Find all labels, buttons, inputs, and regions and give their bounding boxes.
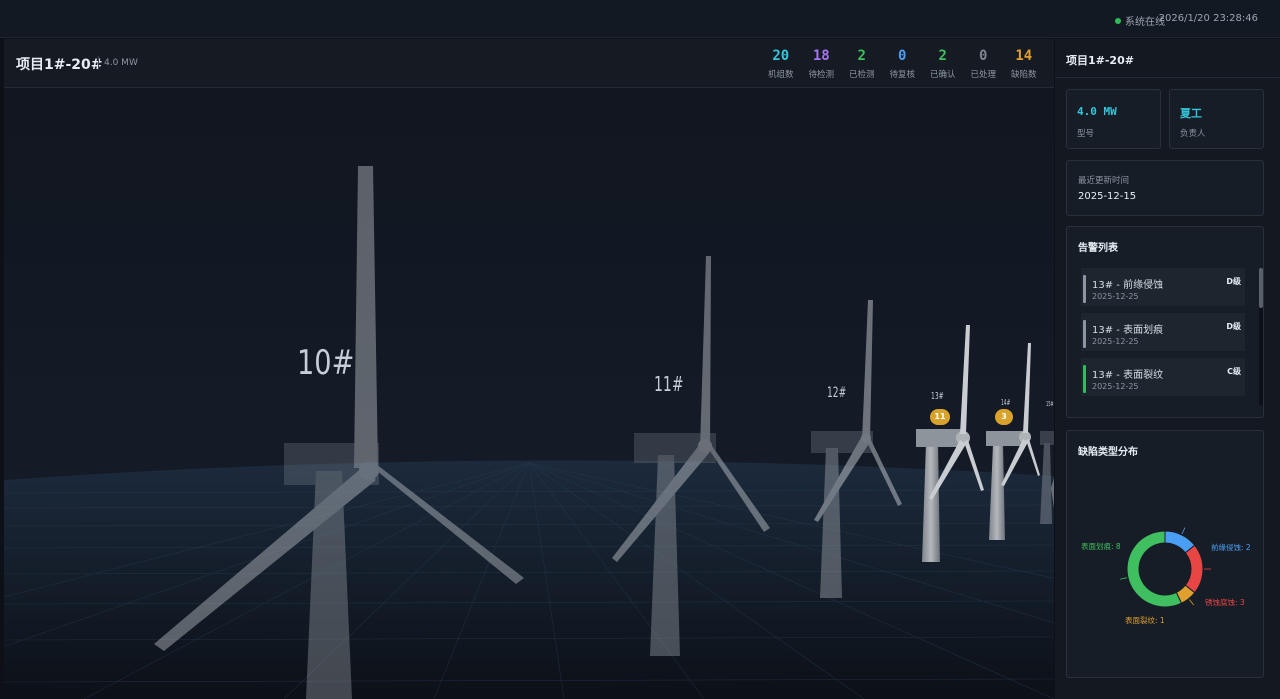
stat-inspected[interactable]: 2 已检测 <box>842 47 883 80</box>
stat-turbines[interactable]: 20 机组数 <box>761 47 802 80</box>
alarm-level: D级 <box>1226 277 1241 286</box>
alarm-list-title: 告警列表 <box>1078 243 1118 254</box>
slice-label-corrosion: 锈蚀腐蚀: 3 <box>1205 598 1245 607</box>
alarm-date: 2025-12-25 <box>1092 382 1139 391</box>
turbine-label-10: 10# <box>297 343 355 383</box>
alarm-name: 13# - 前缘侵蚀 <box>1092 280 1164 291</box>
stat-label: 已确认 <box>929 70 956 80</box>
stat-value: 2 <box>938 48 947 64</box>
stat-value: 18 <box>812 48 830 64</box>
stats-bar: 20 机组数 18 待检测 2 已检测 0 待复核 2 已确认 0 已处理 14 缺陷数 <box>761 47 1045 80</box>
turbine-label-12: 12# <box>827 385 847 401</box>
stat-label: 机组数 <box>767 70 794 80</box>
label-leader-0 <box>1120 577 1128 580</box>
stat-pending-review[interactable]: 0 待复核 <box>882 47 923 80</box>
stat-pending-inspection[interactable]: 18 待检测 <box>801 47 842 80</box>
turbine-3d-scene[interactable]: 10# 11# 12# 13# 11 14# 3 15# <box>4 88 1054 699</box>
donut-slice-2[interactable] <box>1184 544 1204 594</box>
main-view: 项目1#-20# 4.0 MW 20 机组数 18 待检测 2 已检测 0 待复核 2 已… <box>4 39 1054 699</box>
last-updated-value: 2025-12-15 <box>1078 191 1137 202</box>
alarm-name: 13# - 表面划痕 <box>1092 325 1164 336</box>
owner-label: 负责人 <box>1180 129 1206 139</box>
alarm-list-card: 告警列表 13# - 前缘侵蚀 2025-12-25 D级 13# - 表面划痕… <box>1066 226 1264 418</box>
project-capacity: 4.0 MW <box>104 58 138 68</box>
stat-label: 待复核 <box>889 70 915 80</box>
model-card: 4.0 MW 型号 <box>1066 89 1161 149</box>
donut-chart: 表面划痕: 8 前缘侵蚀: 2 锈蚀腐蚀: 3 表面裂纹: 1 <box>1067 461 1264 675</box>
defect-count-badge[interactable]: 11 <box>930 409 950 425</box>
stat-value: 0 <box>898 48 907 64</box>
stat-confirmed[interactable]: 2 已确认 <box>923 47 964 80</box>
turbine-label-11: 11# <box>654 372 684 396</box>
alarm-date: 2025-12-25 <box>1092 292 1139 301</box>
top-bar: 系统在线 2026/1/20 23:28:46 <box>0 0 1280 38</box>
model-label: 型号 <box>1077 129 1095 139</box>
slice-label-scratch: 表面划痕: 8 <box>1081 542 1121 551</box>
alarm-list-scrollbar[interactable] <box>1259 268 1263 406</box>
alarm-item[interactable]: 13# - 前缘侵蚀 2025-12-25 D级 <box>1081 268 1245 306</box>
stat-value: 14 <box>1015 48 1033 64</box>
alarm-level: C级 <box>1227 367 1241 376</box>
turbine-label-15: 15# <box>1046 400 1054 408</box>
severity-bar <box>1083 320 1086 348</box>
stat-value: 0 <box>979 48 988 64</box>
panel-title: 项目1#-20# <box>1066 54 1134 67</box>
alarm-date: 2025-12-25 <box>1092 337 1139 346</box>
defect-distribution-card: 缺陷类型分布 表面划痕: 8 前缘侵蚀: 2 锈蚀腐蚀: 3 表面裂纹: 1 <box>1066 430 1264 678</box>
stat-processed[interactable]: 0 已处理 <box>963 47 1004 80</box>
stat-value: 20 <box>772 48 790 64</box>
alarm-list[interactable]: 13# - 前缘侵蚀 2025-12-25 D级 13# - 表面划痕 2025… <box>1081 268 1249 406</box>
divider <box>1055 77 1280 78</box>
stat-value: 2 <box>857 48 866 64</box>
label-leader-1 <box>1181 527 1186 535</box>
scene-canvas[interactable] <box>4 88 1054 699</box>
donut-svg <box>1120 527 1211 608</box>
alarm-level: D级 <box>1226 322 1241 331</box>
defect-count-badge[interactable]: 3 <box>995 409 1013 425</box>
severity-bar <box>1083 365 1086 393</box>
turbine-label-13: 13# <box>931 391 944 402</box>
stat-label: 已处理 <box>970 70 996 80</box>
project-title: 项目1#-20# <box>16 57 103 73</box>
datetime: 2026/1/20 23:28:46 <box>1158 13 1258 24</box>
model-value: 4.0 MW <box>1077 105 1117 118</box>
owner-value: 夏工 <box>1180 107 1202 120</box>
last-updated-card: 最近更新时间 2025-12-15 <box>1066 160 1264 216</box>
project-header: 项目1#-20# 4.0 MW 20 机组数 18 待检测 2 已检测 0 待复核 2 已… <box>4 39 1054 88</box>
severity-bar <box>1083 275 1086 303</box>
stat-defects[interactable]: 14 缺陷数 <box>1004 47 1045 80</box>
system-status: 系统在线 <box>1115 13 1165 28</box>
detail-panel: 项目1#-20# 4.0 MW 型号 夏工 负责人 最近更新时间 2025-12… <box>1055 39 1280 699</box>
divider <box>98 56 99 70</box>
owner-card: 夏工 负责人 <box>1169 89 1264 149</box>
last-updated-label: 最近更新时间 <box>1078 176 1130 186</box>
stat-label: 待检测 <box>808 70 834 80</box>
alarm-item[interactable]: 13# - 表面划痕 2025-12-25 D级 <box>1081 313 1245 351</box>
defect-distribution-title: 缺陷类型分布 <box>1078 447 1138 458</box>
alarm-name: 13# - 表面裂纹 <box>1092 370 1164 381</box>
scroll-thumb[interactable] <box>1259 268 1263 308</box>
stat-label: 已检测 <box>848 70 875 80</box>
slice-label-leading-edge: 前缘侵蚀: 2 <box>1211 543 1251 552</box>
stat-label: 缺陷数 <box>1010 70 1037 80</box>
status-online-icon <box>1115 17 1121 24</box>
alarm-item[interactable]: 13# - 表面裂纹 2025-12-25 C级 <box>1081 358 1245 396</box>
slice-label-crack: 表面裂纹: 1 <box>1125 616 1165 625</box>
label-leader-3 <box>1189 599 1194 606</box>
turbine-label-14: 14# <box>1001 398 1011 407</box>
